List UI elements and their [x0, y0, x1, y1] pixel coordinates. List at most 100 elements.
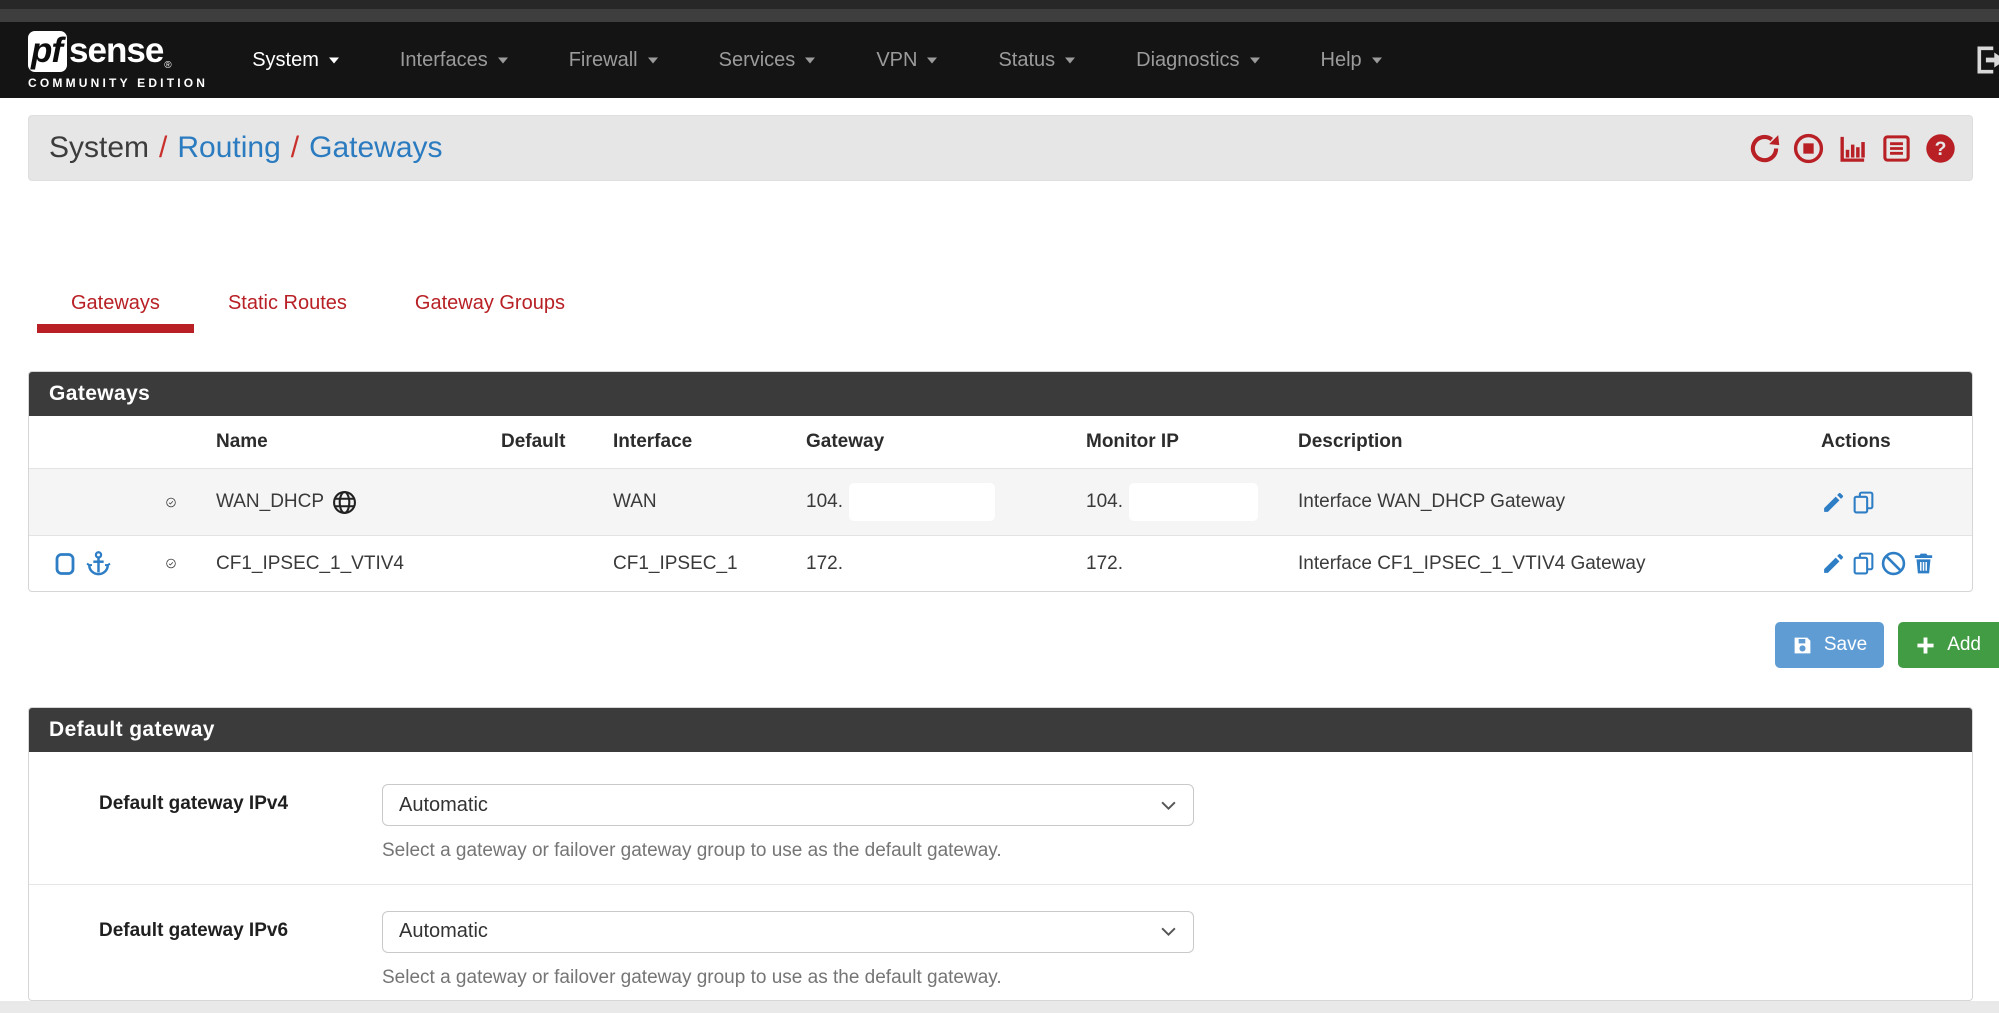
default-gateway-ipv4-select[interactable]: Automatic [382, 784, 1194, 826]
breadcrumb-system: System [49, 133, 149, 163]
breadcrumb-separator: / [149, 133, 177, 163]
actions-cell [1801, 536, 1972, 592]
col-interface-header: Interface [593, 416, 786, 469]
logo-pf: pf [28, 31, 67, 72]
selected-value: Automatic [399, 794, 488, 817]
plus-icon [1915, 635, 1936, 656]
description-cell: Interface WAN_DHCP Gateway [1278, 469, 1801, 536]
menu-item-help[interactable]: Help [1291, 22, 1413, 98]
window-top-strip [0, 0, 1999, 9]
gateways-panel: Gateways Name Default Interface Gateway … [28, 371, 1973, 592]
square-icon [55, 552, 75, 576]
chevron-down-icon [804, 56, 816, 64]
menu-item-label: Diagnostics [1136, 49, 1239, 72]
menu-item-vpn[interactable]: VPN [846, 22, 968, 98]
menu-item-diagnostics[interactable]: Diagnostics [1106, 22, 1290, 98]
logo-registered-mark: ® [164, 61, 171, 71]
save-button[interactable]: Save [1775, 622, 1884, 668]
pfsense-logo[interactable]: pf sense ® COMMUNITY EDITION [28, 31, 208, 90]
copy-icon[interactable] [1851, 490, 1876, 515]
disable-icon[interactable] [1881, 551, 1906, 576]
menu-item-firewall[interactable]: Firewall [539, 22, 689, 98]
stop-icon[interactable] [1793, 133, 1824, 164]
menu-item-services[interactable]: Services [689, 22, 847, 98]
chevron-down-icon [1371, 56, 1383, 64]
breadcrumb-separator: / [281, 133, 309, 163]
breadcrumb-gateways-link[interactable]: Gateways [309, 133, 442, 163]
help-icon[interactable]: ? [1925, 133, 1956, 164]
refresh-icon[interactable] [1749, 133, 1780, 164]
chevron-down-icon [1160, 926, 1177, 937]
description-cell: Interface CF1_IPSEC_1_VTIV4 Gateway [1278, 536, 1801, 592]
col-gateway-header: Gateway [786, 416, 1066, 469]
menu-item-status[interactable]: Status [968, 22, 1106, 98]
col-name-header: Name [196, 416, 481, 469]
chevron-down-icon [1249, 56, 1261, 64]
routing-tabs: Gateways Static Routes Gateway Groups [37, 285, 1999, 333]
edit-icon[interactable] [1821, 551, 1846, 576]
chevron-down-icon [647, 56, 659, 64]
default-gateway-form: Default gateway IPv4 Automatic Select a … [29, 752, 1972, 1000]
default-gateway-panel-title: Default gateway [29, 708, 1972, 752]
pfsense-logo-wordmark: pf sense ® [28, 31, 208, 72]
log-icon[interactable] [1881, 133, 1912, 164]
monitor-ip-cell: 104. [1066, 469, 1278, 536]
selected-value: Automatic [399, 920, 488, 943]
window-title-strip [0, 9, 1999, 22]
check-circle-icon [166, 489, 176, 516]
status-cell [146, 469, 196, 536]
menu-item-label: System [252, 49, 319, 72]
default-cell [481, 536, 593, 592]
redacted-ip [849, 483, 995, 521]
col-status-header [146, 416, 196, 469]
gateways-panel-title: Gateways [29, 372, 1972, 416]
default-gateway-ipv6-label: Default gateway IPv6 [99, 911, 382, 991]
default-cell [481, 469, 593, 536]
breadcrumb-routing-link[interactable]: Routing [177, 133, 280, 163]
svg-text:?: ? [1935, 138, 1947, 160]
table-row: WAN_DHCP WAN 104. [29, 469, 1972, 536]
page: pf sense ® COMMUNITY EDITION System Inte… [0, 0, 1999, 1001]
table-actions-row: Save Add [0, 622, 1999, 668]
save-button-label: Save [1824, 634, 1867, 656]
row-icons-cell [29, 469, 146, 536]
gateways-table: Name Default Interface Gateway Monitor I… [29, 416, 1972, 591]
default-gateway-ipv4-label: Default gateway IPv4 [99, 784, 382, 864]
check-circle-icon [166, 550, 176, 577]
col-monitor-header: Monitor IP [1066, 416, 1278, 469]
redacted-ip [1129, 483, 1258, 521]
default-gateway-ipv6-select[interactable]: Automatic [382, 911, 1194, 953]
copy-icon[interactable] [1851, 551, 1876, 576]
default-gateway-ipv6-help: Select a gateway or failover gateway gro… [382, 965, 1948, 991]
tab-static-routes[interactable]: Static Routes [194, 285, 381, 333]
chevron-down-icon [1064, 56, 1076, 64]
delete-icon[interactable] [1911, 551, 1936, 576]
edit-icon[interactable] [1821, 490, 1846, 515]
anchor-icon [85, 550, 112, 577]
name-cell: CF1_IPSEC_1_VTIV4 [196, 536, 481, 592]
menu-item-system[interactable]: System [222, 22, 370, 98]
monitor-ip: 104. [1086, 491, 1123, 513]
add-button[interactable]: Add [1898, 622, 1999, 668]
breadcrumb-actions: ? [1749, 133, 1956, 164]
menu-item-label: VPN [876, 49, 917, 72]
table-row: CF1_IPSEC_1_VTIV4 CF1_IPSEC_1 172. 172. … [29, 536, 1972, 592]
interface-cell: CF1_IPSEC_1 [593, 536, 786, 592]
menu-item-label: Interfaces [400, 49, 488, 72]
breadcrumb-bar: System / Routing / Gateways ? [28, 115, 1973, 181]
chevron-down-icon [926, 56, 938, 64]
chart-icon[interactable] [1837, 133, 1868, 164]
tab-gateway-groups[interactable]: Gateway Groups [381, 285, 599, 333]
chevron-down-icon [497, 56, 509, 64]
menu-item-interfaces[interactable]: Interfaces [370, 22, 539, 98]
main-menu: System Interfaces Firewall Services VPN … [222, 22, 1412, 98]
status-cell [146, 536, 196, 592]
monitor-ip-cell: 172. [1066, 536, 1278, 592]
menu-item-label: Firewall [569, 49, 638, 72]
gateway-ip-cell: 172. [786, 536, 1066, 592]
sign-out-icon[interactable] [1973, 42, 1999, 78]
actions-cell [1801, 469, 1972, 536]
chevron-down-icon [328, 56, 340, 64]
tab-gateways[interactable]: Gateways [37, 285, 194, 333]
interface-cell: WAN [593, 469, 786, 536]
